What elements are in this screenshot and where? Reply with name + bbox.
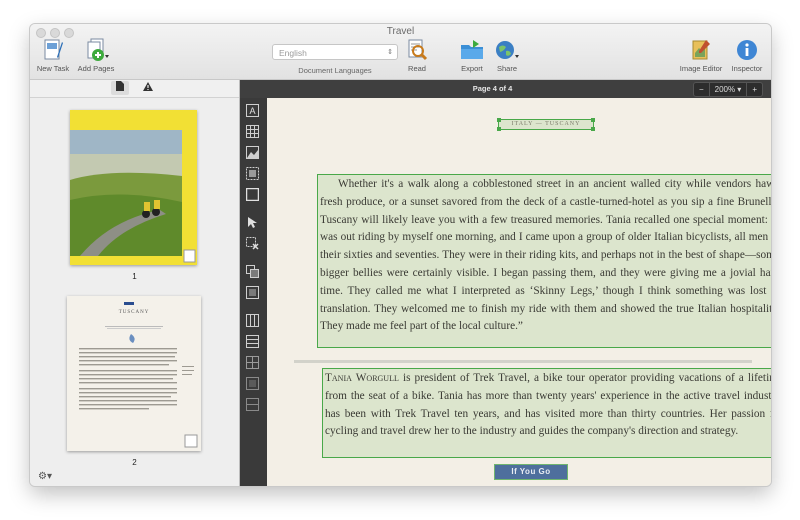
add-column-tool-icon[interactable]	[246, 314, 259, 327]
image-editor-icon	[692, 40, 710, 60]
export-label: Export	[461, 64, 483, 73]
tab-pages[interactable]	[111, 81, 129, 95]
page-1-photo	[70, 110, 197, 265]
page-2-text-preview	[79, 302, 198, 448]
document-languages-label: Document Languages	[298, 66, 372, 75]
language-value: English	[279, 48, 307, 58]
zoom-level-select[interactable]: 200% ▾	[710, 83, 747, 96]
warning-icon	[143, 82, 153, 91]
image-editor-label: Image Editor	[679, 64, 723, 73]
zoom-control: − 200% ▾ +	[692, 82, 763, 97]
share-label: Share	[496, 64, 517, 73]
author-name: Tania Worgull	[325, 372, 399, 384]
stepper-arrows-icon: ⇕	[387, 49, 393, 56]
share-button[interactable]: Share	[490, 38, 524, 73]
resize-handle[interactable]	[497, 118, 501, 122]
tab-warnings[interactable]	[139, 81, 157, 95]
inspector-button[interactable]: Inspector	[727, 38, 767, 73]
page-number-1: 1	[132, 272, 137, 281]
add-row-tool-icon[interactable]	[246, 335, 259, 348]
read-label: Read	[408, 64, 426, 73]
app-window: Travel New Task Add Pages English ⇕ Docu	[30, 24, 771, 486]
read-button[interactable]: Read	[402, 38, 432, 73]
merge-cells-tool-icon[interactable]	[246, 377, 259, 390]
cut-area-tool-icon[interactable]	[246, 286, 259, 299]
delete-area-tool-icon[interactable]	[246, 237, 259, 250]
resize-handle[interactable]	[591, 118, 595, 122]
picture-area-tool-icon[interactable]	[246, 146, 259, 159]
info-icon	[737, 40, 757, 60]
image-editor-button[interactable]: Image Editor	[676, 38, 726, 73]
add-pages-icon	[87, 38, 109, 61]
toolbar: Travel New Task Add Pages English ⇕ Docu	[30, 24, 771, 80]
page-thumbnail-2[interactable]: TUSCANY	[67, 296, 201, 451]
page-2-heading: TUSCANY	[118, 310, 150, 315]
new-task-button[interactable]: New Task	[33, 38, 73, 73]
window-title: Travel	[386, 26, 415, 37]
text-area-tool-icon[interactable]: A	[246, 104, 259, 117]
zoom-out-button[interactable]: −	[694, 83, 710, 96]
read-icon	[408, 39, 428, 61]
settings-gear-icon[interactable]: ⚙▾	[38, 471, 52, 482]
area-tools-strip: A	[240, 98, 267, 486]
paragraph-1: Whether it's a walk along a cobblestoned…	[320, 178, 771, 333]
new-task-icon	[44, 39, 63, 60]
paragraph-2: Tania Worgull is president of Trek Trave…	[323, 369, 771, 442]
text-area-1[interactable]: Whether it's a walk along a cobblestoned…	[317, 174, 771, 348]
add-area-tool-icon[interactable]	[246, 265, 259, 278]
document-page-view: ITALY — TUSCANY Whether it's a walk alon…	[267, 98, 771, 486]
background-picture-tool-icon[interactable]	[246, 167, 259, 180]
new-task-label: New Task	[36, 64, 70, 73]
page-thumbnails-sidebar: 1 TUSCANY 2 ⚙▾	[30, 80, 240, 486]
page-header-text: ITALY — TUSCANY	[511, 121, 581, 127]
page-thumbnail-1[interactable]	[70, 110, 197, 265]
page-icon	[116, 81, 124, 91]
language-select[interactable]: English ⇕	[272, 44, 398, 60]
table-area-tool-icon[interactable]	[246, 125, 259, 138]
inspector-label: Inspector	[731, 64, 763, 73]
share-globe-icon	[496, 41, 519, 59]
add-pages-label: Add Pages	[77, 64, 115, 73]
export-folder-icon	[461, 40, 483, 59]
divider-line	[294, 360, 752, 363]
resize-handle[interactable]	[591, 127, 595, 131]
header-text-area[interactable]: ITALY — TUSCANY	[497, 118, 595, 131]
export-button[interactable]: Export	[455, 38, 489, 73]
table-properties-tool-icon[interactable]	[246, 398, 259, 411]
page-indicator: Page 4 of 4	[472, 84, 513, 93]
select-area-tool-icon[interactable]	[246, 216, 259, 229]
page-number-2: 2	[132, 458, 137, 467]
resize-handle[interactable]	[497, 127, 501, 131]
viewer-toolbar: Page 4 of 4 − 200% ▾ +	[240, 80, 771, 98]
zoom-in-button[interactable]: +	[746, 83, 762, 96]
text-area-2[interactable]: Tania Worgull is president of Trek Trave…	[322, 368, 771, 458]
svg-text:A: A	[249, 106, 255, 116]
add-pages-button[interactable]: Add Pages	[74, 38, 118, 73]
sidebar-tabs	[30, 80, 239, 98]
if-you-go-banner[interactable]: If You Go	[494, 464, 568, 480]
split-cells-tool-icon[interactable]	[246, 356, 259, 369]
recognition-area-tool-icon[interactable]	[246, 188, 259, 201]
